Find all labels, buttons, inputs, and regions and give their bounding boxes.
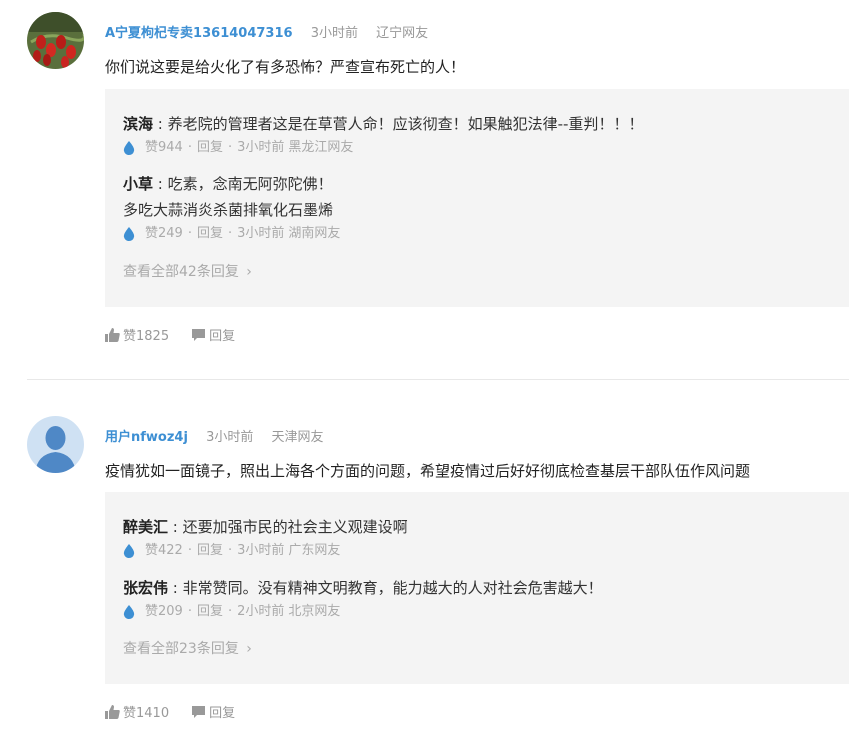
reply-separator: : (168, 579, 183, 597)
reply-likes[interactable]: 赞209 (145, 601, 183, 623)
reply-author[interactable]: 醉美汇 (123, 518, 168, 536)
reply-label: 回复 (209, 329, 236, 344)
reply-text: 养老院的管理者这是在草菅人命！应该彻查！如果触犯法律--重判！！！ (167, 115, 644, 133)
water-drop-icon[interactable] (123, 605, 135, 619)
reply-location: 黑龙江网友 (288, 140, 354, 155)
reply-author[interactable]: 张宏伟 (123, 579, 168, 597)
reply-likes[interactable]: 赞422 (145, 540, 183, 562)
reply-separator: : (153, 175, 168, 193)
reply-content: 醉美汇 : 还要加强市民的社会主义观建设啊 (123, 514, 408, 540)
reply-button[interactable]: 回复 (197, 223, 223, 245)
dot-separator: · (227, 140, 233, 155)
like-count: 赞1410 (123, 706, 170, 721)
water-drop-icon[interactable] (123, 141, 135, 155)
reply-item: 醉美汇 : 还要加强市民的社会主义观建设啊 赞422 · 回复 · 3小时前 广… (123, 514, 408, 562)
comment-location: 天津网友 (271, 430, 324, 445)
like-button[interactable]: 赞1410 (105, 702, 169, 721)
reply-comment-button[interactable]: 回复 (191, 325, 235, 344)
comment-meta: 用户nfwoz4j 3小时前 天津网友 (105, 426, 324, 445)
reply-box: 滨海 : 养老院的管理者这是在草菅人命！应该彻查！如果触犯法律--重判！！！ 赞… (105, 89, 849, 307)
dot-separator: · (187, 604, 192, 619)
reply-button[interactable]: 回复 (197, 540, 223, 562)
reply-text-line: 多吃大蒜消炎杀菌排氧化石墨烯 (123, 201, 334, 219)
reply-separator: : (168, 518, 183, 536)
comment-actions: 赞1825 回复 (105, 325, 235, 344)
view-all-replies-link[interactable]: 查看全部42条回复 › (123, 261, 252, 281)
dot-separator: · (227, 604, 233, 619)
dot-separator: · (227, 543, 233, 558)
reply-meta: 赞422 · 回复 · 3小时前 广东网友 (123, 540, 408, 562)
reply-item: 张宏伟 : 非常赞同。没有精神文明教育，能力越大的人对社会危害越大！ 赞209 … (123, 575, 603, 623)
view-all-replies-link[interactable]: 查看全部23条回复 › (123, 638, 252, 658)
comment-item: 用户nfwoz4j 3小时前 天津网友 疫情犹如一面镜子，照出上海各个方面的问题… (0, 380, 865, 733)
view-all-label: 查看全部23条回复 (123, 641, 239, 657)
reply-button[interactable]: 回复 (197, 137, 223, 159)
reply-time: 2小时前 (237, 604, 285, 619)
comment-bubble-icon (192, 705, 206, 718)
username[interactable]: A宁夏枸杞专卖13614047316 (105, 26, 293, 41)
like-button[interactable]: 赞1825 (105, 325, 169, 344)
reply-text: 还要加强市民的社会主义观建设啊 (182, 518, 408, 536)
water-drop-icon[interactable] (123, 544, 135, 558)
reply-meta: 赞249 · 回复 · 3小时前 湖南网友 (123, 223, 340, 245)
reply-likes[interactable]: 赞249 (145, 223, 183, 245)
comment-item: A宁夏枸杞专卖13614047316 3小时前 辽宁网友 你们说这要是给火化了有… (0, 0, 865, 370)
comment-text: 你们说这要是给火化了有多恐怖？严查宣布死亡的人！ (105, 58, 466, 76)
default-user-avatar (27, 416, 84, 473)
reply-meta: 赞209 · 回复 · 2小时前 北京网友 (123, 601, 603, 623)
reply-text: 非常赞同。没有精神文明教育，能力越大的人对社会危害越大！ (182, 579, 603, 597)
reply-meta: 赞944 · 回复 · 3小时前 黑龙江网友 (123, 137, 643, 159)
reply-item: 滨海 : 养老院的管理者这是在草菅人命！应该彻查！如果触犯法律--重判！！！ 赞… (123, 111, 643, 159)
like-count: 赞1825 (123, 329, 170, 344)
reply-author[interactable]: 小草 (123, 175, 153, 193)
avatar[interactable] (27, 416, 84, 473)
reply-item: 小草 : 吃素，念南无阿弥陀佛！ 多吃大蒜消炎杀菌排氧化石墨烯 赞249 · 回… (123, 171, 340, 245)
username[interactable]: 用户nfwoz4j (105, 430, 188, 445)
thumb-up-icon (105, 327, 120, 342)
reply-box: 醉美汇 : 还要加强市民的社会主义观建设啊 赞422 · 回复 · 3小时前 广… (105, 492, 849, 684)
reply-content: 滨海 : 养老院的管理者这是在草菅人命！应该彻查！如果触犯法律--重判！！！ (123, 111, 643, 137)
reply-separator: : (153, 115, 168, 133)
chevron-right-icon: › (246, 264, 252, 280)
reply-content: 张宏伟 : 非常赞同。没有精神文明教育，能力越大的人对社会危害越大！ (123, 575, 603, 601)
comment-bubble-icon (192, 328, 206, 341)
dot-separator: · (227, 226, 233, 241)
reply-author[interactable]: 滨海 (123, 115, 153, 133)
reply-time: 3小时前 (237, 543, 285, 558)
comment-meta: A宁夏枸杞专卖13614047316 3小时前 辽宁网友 (105, 22, 428, 41)
reply-location: 北京网友 (288, 604, 341, 619)
reply-time: 3小时前 (237, 226, 285, 241)
comment-actions: 赞1410 回复 (105, 702, 235, 721)
reply-time: 3小时前 (237, 140, 285, 155)
comment-time: 3小时前 (206, 430, 254, 445)
chevron-right-icon: › (246, 641, 252, 657)
dot-separator: · (187, 226, 192, 241)
reply-button[interactable]: 回复 (197, 601, 223, 623)
comment-text: 疫情犹如一面镜子，照出上海各个方面的问题，希望疫情过后好好彻底检查基层干部队伍作… (105, 462, 751, 480)
comment-time: 3小时前 (310, 26, 358, 41)
goji-berry-avatar (27, 12, 84, 69)
reply-location: 湖南网友 (288, 226, 341, 241)
reply-location: 广东网友 (288, 543, 341, 558)
water-drop-icon[interactable] (123, 227, 135, 241)
avatar[interactable] (27, 12, 84, 69)
thumb-up-icon (105, 704, 120, 719)
comment-location: 辽宁网友 (376, 26, 429, 41)
dot-separator: · (187, 140, 192, 155)
view-all-label: 查看全部42条回复 (123, 264, 239, 280)
reply-comment-button[interactable]: 回复 (191, 702, 235, 721)
reply-likes[interactable]: 赞944 (145, 137, 183, 159)
reply-text: 吃素，念南无阿弥陀佛！ (167, 175, 333, 193)
reply-label: 回复 (209, 706, 236, 721)
reply-content: 小草 : 吃素，念南无阿弥陀佛！ (123, 171, 340, 197)
dot-separator: · (187, 543, 192, 558)
